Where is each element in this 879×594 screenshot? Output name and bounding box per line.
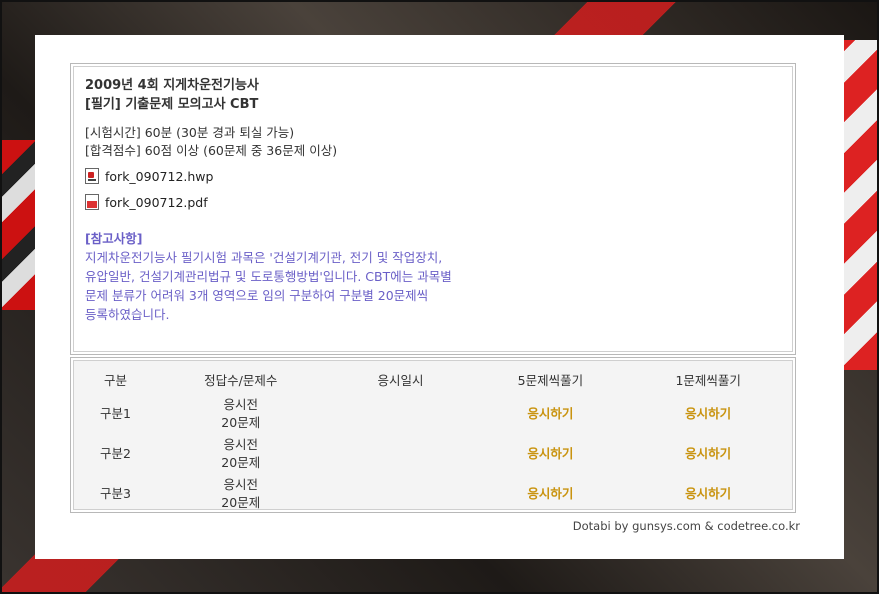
header-score: 정답수/문제수 — [204, 372, 278, 388]
row-date — [326, 394, 476, 434]
start-five-button[interactable]: 응시하기 — [527, 486, 573, 501]
exam-title: 2009년 4회 지게차운전기능사 — [85, 78, 259, 93]
table-header-row: 구분 정답수/문제수 응시일시 5문제씩풀기 1문제씩풀기 — [75, 364, 791, 394]
row-score: 응시전 20문제 — [156, 394, 326, 434]
row-count: 20문제 — [221, 495, 261, 510]
background-stripe-right — [843, 40, 879, 370]
start-one-button[interactable]: 응시하기 — [685, 406, 731, 421]
start-one-button[interactable]: 응시하기 — [685, 486, 731, 501]
row-one: 응시하기 — [625, 394, 791, 434]
row-score: 응시전 20문제 — [156, 474, 326, 514]
row-status: 응시전 — [223, 437, 259, 452]
row-count: 20문제 — [221, 415, 261, 430]
row-date — [326, 474, 476, 514]
row-score: 응시전 20문제 — [156, 434, 326, 474]
note-title: [참고사항] — [85, 231, 143, 246]
row-one: 응시하기 — [625, 434, 791, 474]
exam-table: 구분 정답수/문제수 응시일시 5문제씩풀기 1문제씩풀기 구분1 응시전 20문… — [75, 364, 791, 514]
table-row: 구분1 응시전 20문제 응시하기 응시하기 — [75, 394, 791, 434]
row-status: 응시전 — [223, 477, 259, 492]
file-link-pdf[interactable]: fork_090712.pdf — [105, 195, 208, 210]
header-five: 5문제씩풀기 — [517, 372, 584, 388]
note-body: 지게차운전기능사 필기시험 과목은 '건설기계기관, 전기 및 작업장치, 유압… — [85, 250, 452, 322]
file-download-pdf[interactable]: fork_090712.pdf — [85, 192, 781, 212]
file-link-hwp[interactable]: fork_090712.hwp — [105, 169, 213, 184]
row-section: 구분2 — [99, 446, 131, 461]
background-stripe-left — [0, 140, 36, 310]
row-five: 응시하기 — [475, 434, 625, 474]
header-date: 응시일시 — [377, 372, 424, 388]
row-five: 응시하기 — [475, 474, 625, 514]
pdf-file-icon — [85, 194, 99, 210]
row-five: 응시하기 — [475, 394, 625, 434]
row-count: 20문제 — [221, 455, 261, 470]
hwp-file-icon — [85, 168, 99, 184]
exam-time: [시험시간] 60분 (30분 경과 퇴실 가능) — [85, 125, 295, 140]
exam-pass-score: [합격점수] 60점 이상 (60문제 중 36문제 이상) — [85, 143, 338, 158]
table-row: 구분2 응시전 20문제 응시하기 응시하기 — [75, 434, 791, 474]
row-one: 응시하기 — [625, 474, 791, 514]
start-one-button[interactable]: 응시하기 — [685, 446, 731, 461]
content-card: 2009년 4회 지게차운전기능사 [필기] 기출문제 모의고사 CBT [시험… — [35, 35, 844, 559]
row-section: 구분1 — [99, 406, 131, 421]
file-download-hwp[interactable]: fork_090712.hwp — [85, 166, 781, 186]
exam-table-box: 구분 정답수/문제수 응시일시 5문제씩풀기 1문제씩풀기 구분1 응시전 20문… — [70, 357, 796, 513]
exam-info-box: 2009년 4회 지게차운전기능사 [필기] 기출문제 모의고사 CBT [시험… — [70, 63, 796, 355]
start-five-button[interactable]: 응시하기 — [527, 446, 573, 461]
start-five-button[interactable]: 응시하기 — [527, 406, 573, 421]
header-one: 1문제씩풀기 — [675, 372, 741, 388]
exam-subtitle: [필기] 기출문제 모의고사 CBT — [85, 97, 259, 112]
row-section: 구분3 — [99, 486, 131, 501]
exam-meta: [시험시간] 60분 (30분 경과 퇴실 가능) [합격점수] 60점 이상 … — [85, 124, 781, 160]
row-status: 응시전 — [223, 397, 259, 412]
table-row: 구분3 응시전 20문제 응시하기 응시하기 — [75, 474, 791, 514]
credit-text: Dotabi by gunsys.com & codetree.co.kr — [572, 519, 800, 533]
header-section: 구분 — [103, 372, 127, 388]
row-date — [326, 434, 476, 474]
